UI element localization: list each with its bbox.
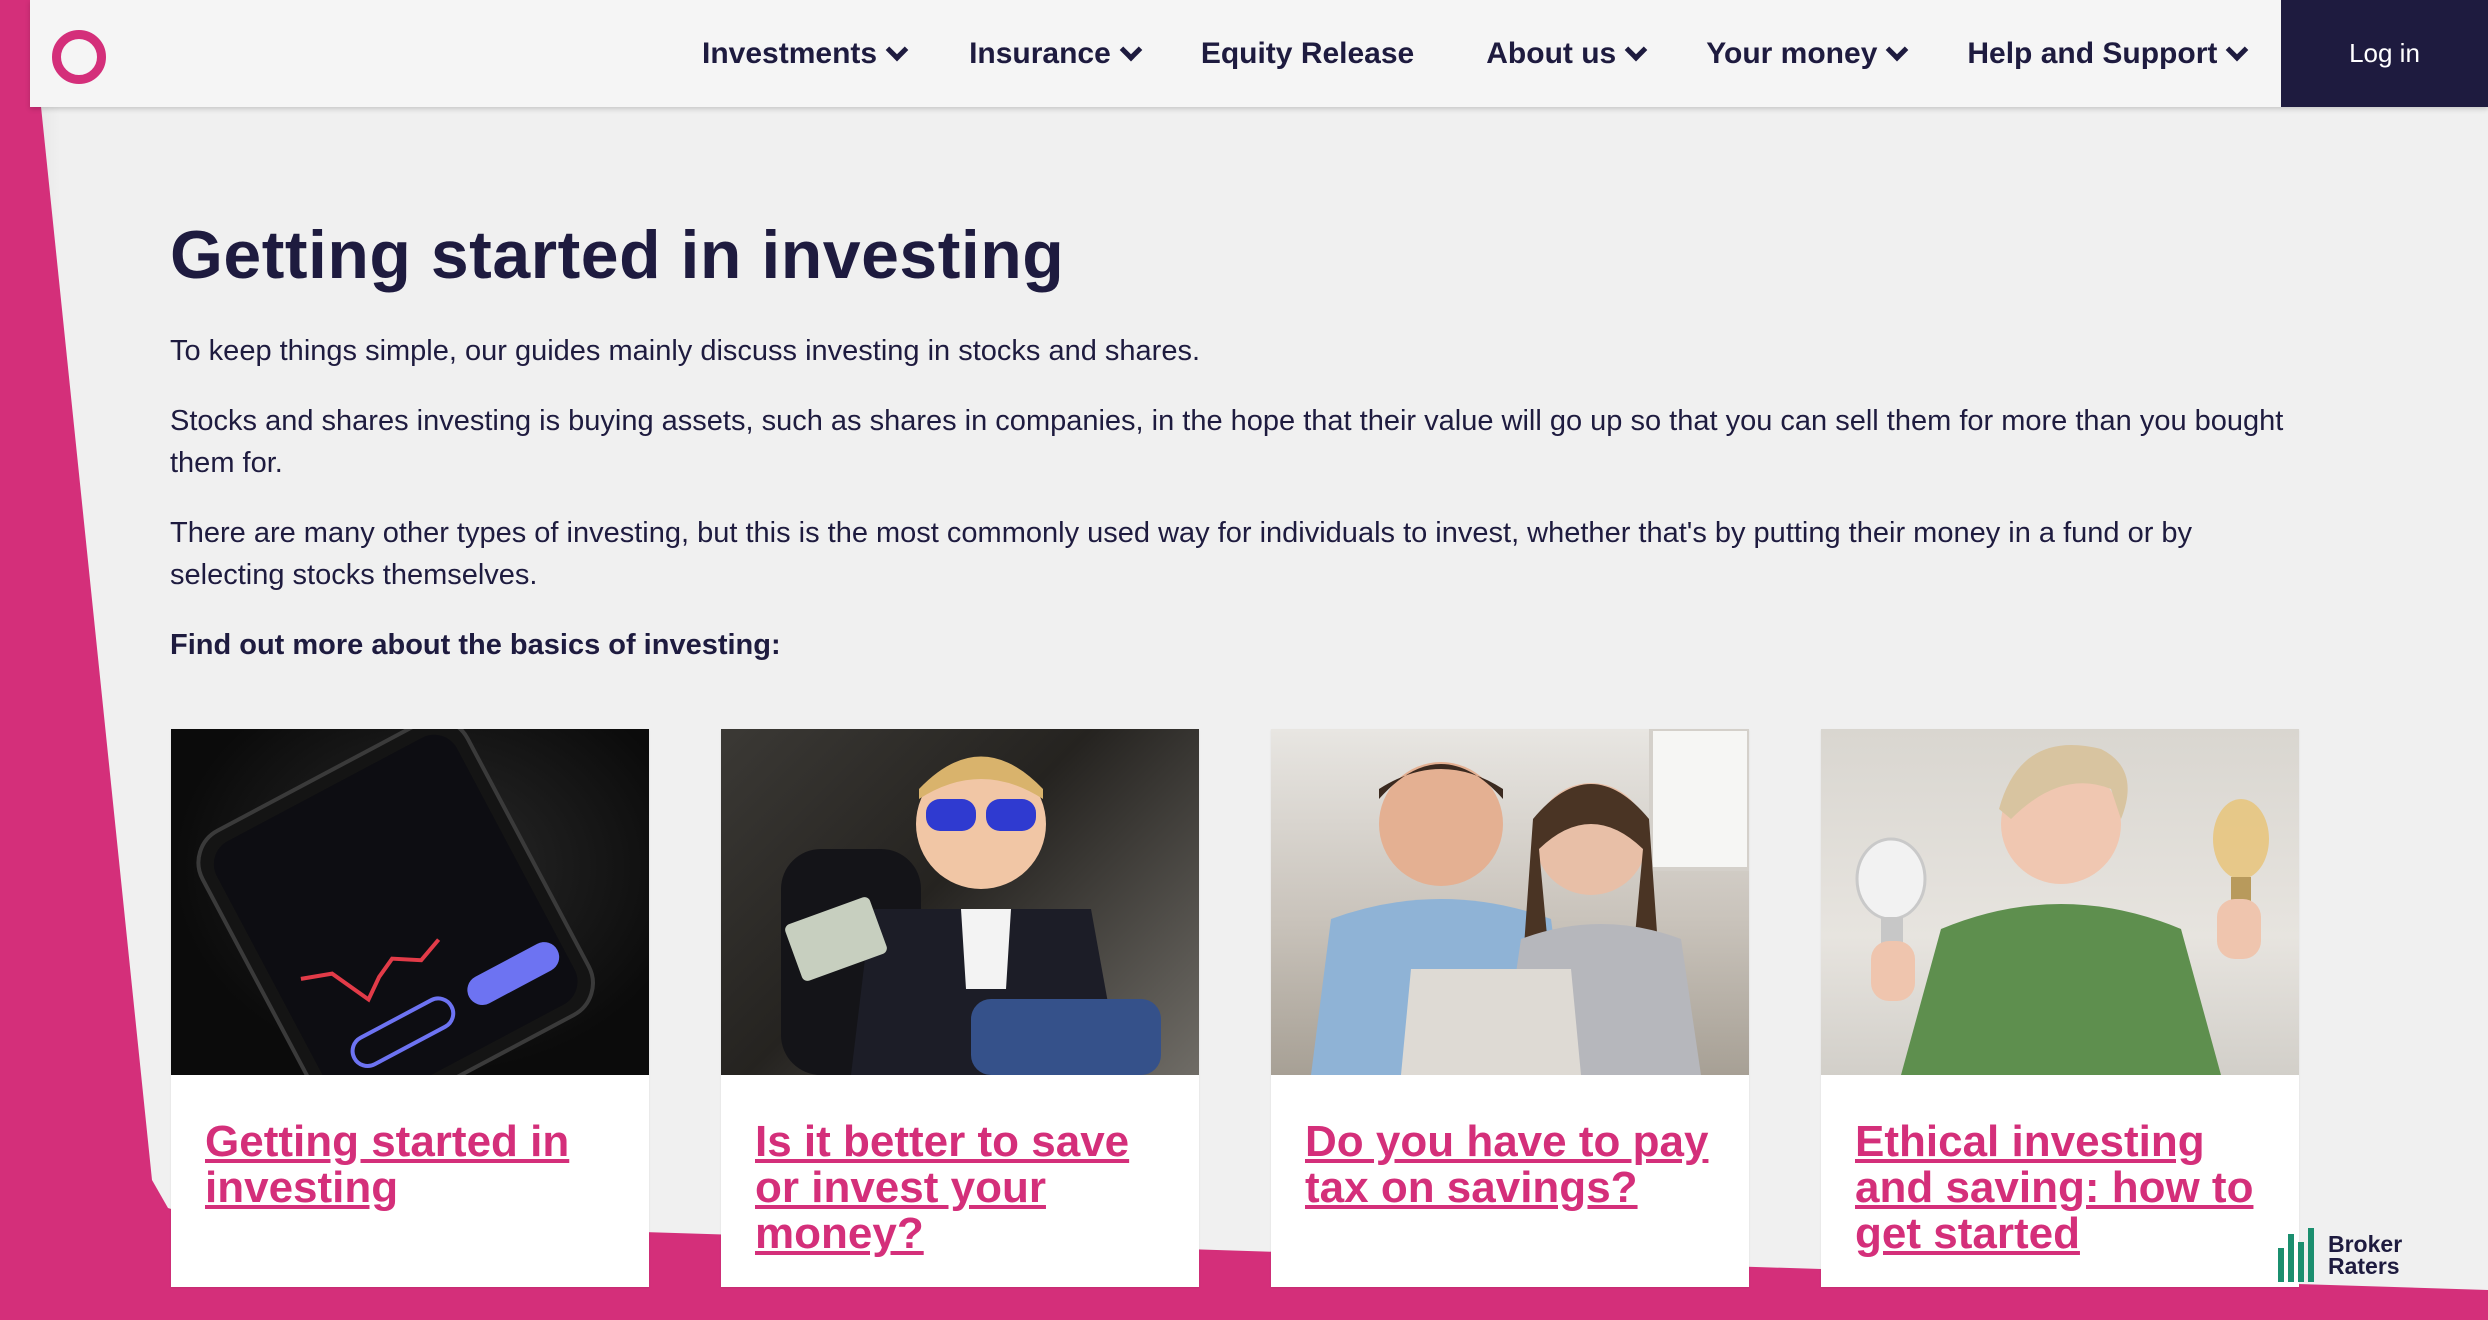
nav-equity-release[interactable]: Equity Release	[1201, 37, 1414, 71]
phone-chart-illustration	[196, 729, 595, 1075]
nav-help-and-support[interactable]: Help and Support	[1967, 36, 2249, 71]
nav-about-us[interactable]: About us	[1486, 36, 1648, 71]
article-card[interactable]: Do you have to pay tax on savings?	[1271, 729, 1749, 1287]
card-image	[171, 729, 649, 1075]
chevron-down-icon	[885, 38, 909, 61]
nav-label: About us	[1486, 36, 1617, 70]
main-content: Getting started in investing To keep thi…	[170, 210, 2310, 666]
nav-insurance[interactable]: Insurance	[969, 36, 1143, 71]
badge-line: Raters	[2328, 1253, 2400, 1279]
chevron-down-icon	[1886, 38, 1909, 61]
card-title-link[interactable]: Ethical investing and saving: how to get…	[1855, 1119, 2265, 1257]
child-with-money-illustration	[781, 756, 1161, 1075]
body-paragraph: Stocks and shares investing is buying as…	[170, 405, 2284, 479]
card-image	[1821, 729, 2299, 1075]
card-body: Getting started in investing	[171, 1075, 649, 1241]
chevron-down-icon	[2226, 38, 2249, 61]
login-button[interactable]: Log in	[2281, 0, 2488, 107]
card-body: Ethical investing and saving: how to get…	[1821, 1075, 2299, 1287]
couple-laptop-illustration	[1311, 729, 1749, 1075]
nav-label: Your money	[1706, 36, 1878, 70]
badge-text: Broker Raters	[2328, 1231, 2403, 1279]
main-nav: Investments Insurance Equity Release Abo…	[702, 0, 2249, 107]
bar-chart-icon	[2278, 1228, 2318, 1282]
article-card[interactable]: Getting started in investing	[171, 729, 649, 1287]
chevron-down-icon	[1624, 38, 1648, 61]
nav-label: Equity Release	[1200, 36, 1415, 70]
find-more-heading: Find out more about the basics of invest…	[170, 629, 781, 661]
woman-with-bulbs-illustration	[1855, 745, 2269, 1075]
broker-raters-badge[interactable]: Broker Raters	[2278, 1228, 2402, 1282]
badge-line: Broker	[2328, 1231, 2403, 1257]
nav-label: Help and Support	[1967, 36, 2218, 70]
body-paragraph: There are many other types of investing,…	[170, 517, 2193, 591]
intro-paragraph: To keep things simple, our guides mainly…	[170, 335, 1201, 367]
page-title: Getting started in investing	[170, 217, 1065, 293]
nav-label: Investments	[702, 36, 878, 70]
card-body: Do you have to pay tax on savings?	[1271, 1075, 1749, 1241]
nav-label: Insurance	[969, 36, 1111, 70]
nav-investments[interactable]: Investments	[702, 36, 909, 71]
card-title-link[interactable]: Do you have to pay tax on savings?	[1305, 1119, 1715, 1211]
article-cards: Getting started in investing Is it bette…	[171, 729, 2371, 1287]
site-header: Investments Insurance Equity Release Abo…	[30, 0, 2488, 107]
chevron-down-icon	[1119, 38, 1143, 61]
brand-logo[interactable]	[52, 30, 106, 84]
card-title-link[interactable]: Is it better to save or invest your mone…	[755, 1119, 1165, 1257]
article-card[interactable]: Ethical investing and saving: how to get…	[1821, 729, 2299, 1287]
card-image	[721, 729, 1199, 1075]
article-card[interactable]: Is it better to save or invest your mone…	[721, 729, 1199, 1287]
nav-your-money[interactable]: Your money	[1706, 36, 1909, 71]
card-image	[1271, 729, 1749, 1075]
card-body: Is it better to save or invest your mone…	[721, 1075, 1199, 1287]
card-title-link[interactable]: Getting started in investing	[205, 1119, 615, 1211]
